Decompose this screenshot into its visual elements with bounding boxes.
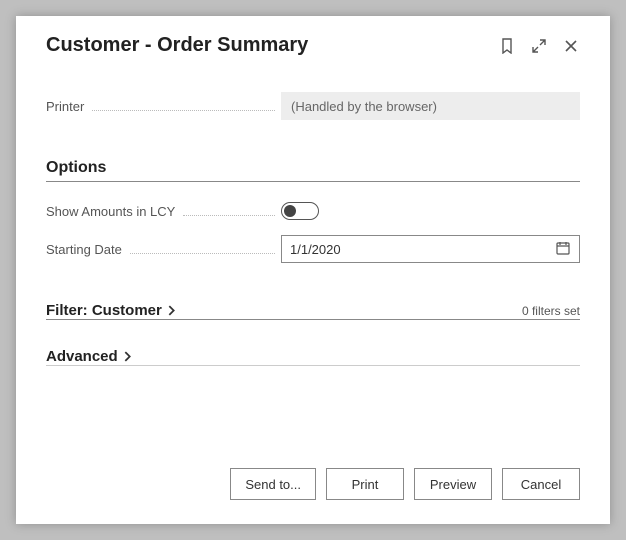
show-amounts-label: Show Amounts in LCY [46, 204, 175, 219]
filter-count: 0 filters set [522, 304, 580, 318]
printer-row: Printer (Handled by the browser) [46, 91, 580, 121]
title-actions [498, 37, 580, 55]
advanced-title: Advanced [46, 348, 133, 365]
options-rule [46, 181, 580, 182]
advanced-expander[interactable]: Advanced [46, 348, 580, 365]
send-to-button[interactable]: Send to... [230, 468, 316, 500]
printer-label-cell: Printer [46, 99, 281, 114]
starting-date-label-cell: Starting Date [46, 242, 281, 257]
report-request-dialog: Customer - Order Summary Printer (Handle… [16, 16, 610, 524]
dot-leader [183, 215, 275, 216]
cancel-button[interactable]: Cancel [502, 468, 580, 500]
toggle-knob [284, 205, 296, 217]
starting-date-row: Starting Date 1/1/2020 [46, 234, 580, 264]
dot-leader [130, 253, 275, 254]
starting-date-value: 1/1/2020 [290, 242, 341, 257]
filter-rule [46, 319, 580, 320]
dialog-title: Customer - Order Summary [46, 34, 308, 57]
filter-customer-expander[interactable]: Filter: Customer 0 filters set [46, 302, 580, 319]
printer-value-cell: (Handled by the browser) [281, 92, 580, 120]
starting-date-input[interactable]: 1/1/2020 [281, 235, 580, 263]
expand-icon[interactable] [530, 37, 548, 55]
printer-label: Printer [46, 99, 84, 114]
dot-leader [92, 110, 275, 111]
print-button[interactable]: Print [326, 468, 404, 500]
chevron-right-icon [122, 351, 133, 362]
options-header: Options [46, 159, 580, 177]
show-amounts-label-cell: Show Amounts in LCY [46, 204, 281, 219]
close-icon[interactable] [562, 37, 580, 55]
bookmark-icon[interactable] [498, 37, 516, 55]
calendar-icon[interactable] [555, 240, 571, 259]
preview-button[interactable]: Preview [414, 468, 492, 500]
starting-date-label: Starting Date [46, 242, 122, 257]
button-row: Send to... Print Preview Cancel [46, 456, 580, 500]
show-amounts-row: Show Amounts in LCY [46, 196, 580, 226]
show-amounts-toggle[interactable] [281, 202, 319, 220]
starting-date-value-cell: 1/1/2020 [281, 235, 580, 263]
printer-value[interactable]: (Handled by the browser) [281, 92, 580, 120]
title-bar: Customer - Order Summary [46, 34, 580, 57]
filter-customer-label: Filter: Customer [46, 302, 162, 319]
advanced-label: Advanced [46, 348, 118, 365]
advanced-rule [46, 365, 580, 366]
chevron-right-icon [166, 305, 177, 316]
filter-customer-title: Filter: Customer [46, 302, 177, 319]
show-amounts-value-cell [281, 197, 580, 225]
